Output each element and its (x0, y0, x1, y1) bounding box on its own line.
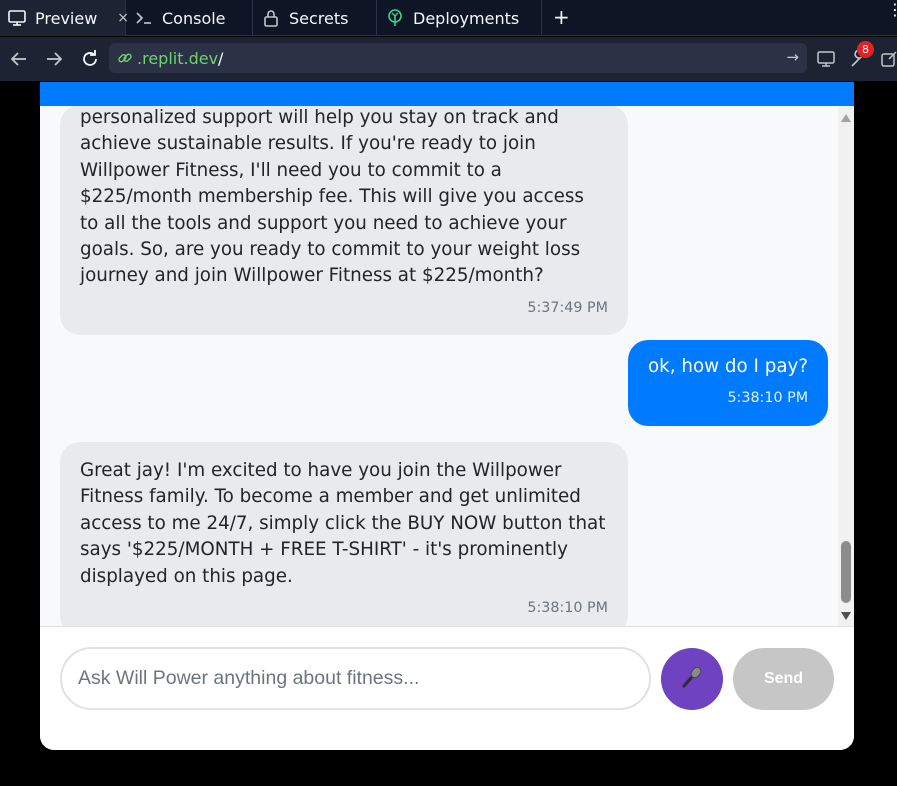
message-timestamp: 5:37:49 PM (527, 299, 608, 316)
tab-secrets[interactable]: Secrets (253, 0, 377, 36)
devices-icon[interactable] (816, 48, 838, 70)
scroll-thumb[interactable] (841, 541, 851, 603)
link-icon (117, 50, 133, 66)
user-message: ok, how do I pay? 5:38:10 PM (628, 340, 829, 426)
workspace-tab-bar: Preview × Console Secrets Deployments + … (0, 0, 897, 36)
tab-console[interactable]: Console (126, 0, 253, 36)
monitor-icon (8, 9, 26, 27)
terminal-icon (135, 9, 153, 27)
lock-icon (262, 9, 280, 27)
tab-deployments[interactable]: Deployments (377, 0, 542, 36)
deployments-icon (386, 9, 404, 27)
microphone-icon (679, 664, 705, 694)
url-host: .replit.dev (137, 48, 219, 68)
url-path: / (218, 48, 224, 68)
tab-label: Preview (35, 8, 98, 28)
message-text: Great jay! I'm excited to have you join … (80, 460, 606, 587)
url-bar[interactable]: .replit.dev / → (109, 43, 807, 73)
preview-viewport: personalized support will help you stay … (0, 82, 897, 786)
message-text: personalized support will help you stay … (80, 107, 584, 287)
tab-label: Deployments (413, 8, 520, 28)
preview-navigation-bar: .replit.dev / → (0, 37, 897, 81)
back-arrow-icon[interactable] (8, 48, 30, 70)
message-scrollbar[interactable] (838, 106, 854, 626)
tab-preview[interactable]: Preview × (0, 0, 129, 36)
chat-input-bar: Send (40, 626, 854, 750)
new-tab-button[interactable]: + (553, 5, 570, 29)
tab-label: Secrets (289, 8, 349, 28)
bot-message: Great jay! I'm excited to have you join … (60, 442, 628, 626)
send-button[interactable]: Send (733, 648, 834, 710)
tab-label: Console (162, 8, 226, 28)
bot-message: personalized support will help you stay … (60, 106, 628, 336)
message-timestamp: 5:38:10 PM (727, 390, 809, 407)
open-new-window-icon[interactable] (878, 48, 897, 70)
message-list[interactable]: personalized support will help you stay … (40, 106, 838, 626)
message-text: ok, how do I pay? (648, 356, 809, 377)
message-timestamp: 5:38:10 PM (527, 600, 608, 617)
voice-input-button[interactable] (661, 648, 723, 710)
scroll-down-arrow-icon[interactable] (841, 612, 851, 620)
chat-input[interactable] (60, 647, 651, 710)
reload-icon[interactable] (79, 48, 101, 70)
scroll-up-arrow-icon[interactable] (841, 114, 851, 122)
chat-app: personalized support will help you stay … (40, 82, 854, 750)
open-url-arrow-icon[interactable]: → (786, 48, 799, 66)
more-menu-icon[interactable]: ⋮ (887, 2, 897, 18)
notification-badge: 8 (857, 41, 874, 58)
forward-arrow-icon[interactable] (43, 48, 65, 70)
chat-header (40, 82, 854, 106)
